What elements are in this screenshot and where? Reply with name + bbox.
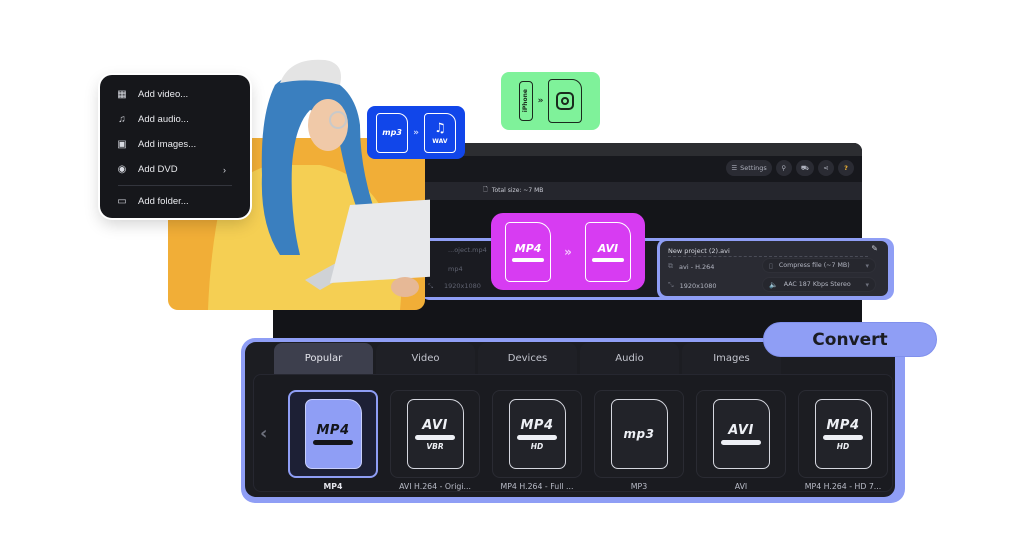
output-settings-card: New project (2).avi ✎ ⧉ avi - H.264 ⤡ 19… [657,238,894,300]
help-icon: ? [844,164,848,172]
compress-dropdown[interactable]: ▯ Compress file (~7 MB) ▾ [762,258,876,273]
share-icon: ⋖ [823,164,829,172]
output-file-name[interactable]: New project (2).avi [668,247,730,255]
preset-mp4-h264-hd-720[interactable]: MP4 HD [798,390,888,478]
preset-label: MP3 [630,482,648,491]
format-tabs: Popular Video Devices Audio Images [274,343,781,374]
menu-item-add-folder[interactable]: ▭ Add folder... [100,189,250,214]
tab-video[interactable]: Video [376,343,475,374]
share-button[interactable]: ⋖ [818,160,834,176]
preset-list: ‹ MP4 MP4 AVI VBR AVI H.264 - Origi... M… [253,374,893,492]
settings-button[interactable]: ☰ Settings [726,160,772,176]
dvd-icon: ◉ [117,164,127,175]
search-icon: ⚲ [781,164,787,172]
total-size: Total size: ~7 MB [491,186,544,194]
chevron-down-icon: ▾ [865,261,869,270]
preset-label: MP4 [323,482,343,491]
mp4-file-icon: MP4 [505,221,552,282]
add-media-menu: ▦ Add video... ♫ Add audio... ▣ Add imag… [100,75,250,218]
convert-button[interactable]: Convert [763,322,937,357]
arrow-icon: » [413,127,419,138]
video-file-icon: ▦ [117,89,127,100]
source-file-name: ...oject.mp4 [448,246,487,254]
chevron-right-icon: › [223,164,226,175]
codec-icon: ⧉ [668,262,673,270]
speaker-icon: 🔈 [769,280,778,289]
menu-item-label: Add audio... [138,114,189,125]
compress-icon: ▯ [769,261,773,270]
help-button[interactable]: ? [838,160,854,176]
iphone-icon: iPhone [518,81,533,121]
preset-label: MP4 H.264 - Full ... [500,482,574,491]
instagram-icon [556,92,575,110]
arrow-icon: » [564,244,572,259]
compress-value: Compress file (~7 MB) [778,262,850,269]
preset-mp4[interactable]: MP4 [288,390,378,478]
arrow-icon: » [537,96,544,106]
preset-label: MP4 H.264 - HD 7... [804,482,882,491]
mp4-file-icon: MP4 [304,399,362,469]
avi-file-icon: AVI VBR [406,399,464,469]
menu-item-label: Add folder... [138,196,189,207]
menu-item-label: Add images... [138,139,197,150]
mp4-hd-file-icon: MP4 HD [814,399,872,469]
source-resolution: 1920x1080 [444,282,481,290]
music-note-icon: ♫ [118,114,126,125]
output-resolution: 1920x1080 [679,281,717,290]
music-note-icon: ♫ [434,120,446,136]
menu-item-label: Add video... [138,89,189,100]
iphone-to-instagram-badge: iPhone » [501,72,600,130]
avi-file-icon: AVI [712,399,770,469]
menu-item-add-dvd[interactable]: ◉ Add DVD › [100,157,250,182]
chevron-left-icon[interactable]: ‹ [260,423,267,444]
resize-icon: ⤡ [668,281,674,289]
audio-dropdown[interactable]: 🔈 AAC 187 Kbps Stereo ▾ [762,277,876,292]
preset-mp3[interactable]: mp3 [594,390,684,478]
menu-item-label: Add DVD [138,164,178,175]
image-add-icon: ▣ [117,139,127,150]
cart-icon: ⛟ [800,163,809,172]
mp3-file-icon: mp3 [376,112,409,153]
settings-label: Settings [740,164,767,172]
menu-item-add-audio[interactable]: ♫ Add audio... [100,107,250,132]
tab-audio[interactable]: Audio [580,343,679,374]
format-panel: Popular Video Devices Audio Images ‹ MP4… [241,338,905,503]
edit-icon[interactable]: ✎ [871,244,878,253]
preset-label: AVI H.264 - Origi... [399,482,471,491]
source-format: mp4 [448,265,463,273]
search-button[interactable]: ⚲ [775,160,792,176]
menu-divider [118,185,232,186]
mp3-file-icon: mp3 [610,399,668,469]
avi-file-icon: AVI [584,221,631,282]
instagram-file-icon [548,79,583,123]
output-codec: avi - H.264 [679,262,715,271]
mp4-to-avi-badge: MP4 » AVI [491,213,645,290]
tab-popular[interactable]: Popular [274,343,373,374]
chevron-down-icon: ▾ [865,280,869,289]
mp4-hd-file-icon: MP4 HD [508,399,566,469]
audio-value: AAC 187 Kbps Stereo [783,281,851,288]
preset-label: AVI [734,482,748,491]
preset-avi-h264-original[interactable]: AVI VBR [390,390,480,478]
preset-mp4-h264-full-hd[interactable]: MP4 HD [492,390,582,478]
mp3-to-wav-badge: mp3 » ♫ WAV [367,106,465,159]
menu-item-add-video[interactable]: ▦ Add video... [100,82,250,107]
tab-devices[interactable]: Devices [478,343,577,374]
folder-add-icon: ▭ [117,196,127,207]
wav-file-icon: ♫ WAV [423,112,456,153]
file-icon: 🗋 [483,186,488,193]
cart-button[interactable]: ⛟ [795,160,814,176]
preset-avi[interactable]: AVI [696,390,786,478]
menu-item-add-images[interactable]: ▣ Add images... [100,132,250,157]
settings-icon: ☰ [731,164,738,172]
